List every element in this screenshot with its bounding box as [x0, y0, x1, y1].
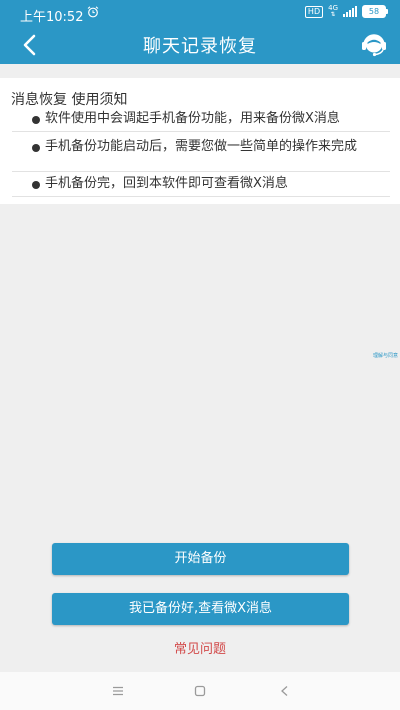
network-indicator: 4G ⇅ — [328, 4, 338, 18]
notice-item: 软件使用中会调起手机备份功能，用来备份微X消息 — [12, 111, 390, 132]
notice-item: 手机备份功能启动后，需要您做一些简单的操作来完成 — [12, 139, 390, 172]
app-header: 聊天记录恢复 — [0, 26, 400, 64]
status-time: 上午10:52 — [20, 10, 84, 25]
start-backup-button[interactable]: 开始备份 — [52, 543, 349, 575]
system-nav-bar — [0, 672, 400, 710]
customer-service-icon[interactable] — [358, 29, 390, 61]
notice-item-text: 软件使用中会调起手机备份功能，用来备份微X消息 — [45, 111, 340, 126]
alarm-clock-icon — [87, 6, 99, 18]
notice-item-text: 手机备份完，回到本软件即可查看微X消息 — [45, 176, 288, 191]
status-bar: 上午10:52 HD 4G ⇅ 58 — [0, 0, 400, 26]
view-messages-button[interactable]: 我已备份好,查看微X消息 — [52, 593, 349, 625]
bullet-dot-icon — [32, 181, 40, 189]
bullet-dot-icon — [32, 144, 40, 152]
page-title: 聊天记录恢复 — [143, 36, 257, 57]
faq-link[interactable]: 常见问题 — [0, 638, 400, 657]
back-triangle-icon[interactable] — [277, 683, 293, 699]
notice-item: 手机备份完，回到本软件即可查看微X消息 — [12, 176, 390, 197]
signal-bars-icon — [343, 6, 357, 17]
battery-icon: 58 — [362, 5, 388, 18]
notice-title: 消息恢复 使用须知 — [11, 92, 128, 108]
hd-badge: HD — [304, 5, 324, 18]
battery-level: 58 — [368, 7, 380, 16]
notice-item-text: 手机备份功能启动后，需要您做一些简单的操作来完成 — [45, 139, 358, 154]
side-note[interactable]: 理解与同意 — [373, 352, 398, 359]
bullet-dot-icon — [32, 116, 40, 124]
menu-lines-icon[interactable] — [110, 683, 126, 699]
home-square-icon[interactable] — [192, 683, 208, 699]
status-indicators: HD 4G ⇅ 58 — [304, 4, 388, 18]
notice-panel: 消息恢复 使用须知 软件使用中会调起手机备份功能，用来备份微X消息 手机备份功能… — [0, 78, 400, 204]
